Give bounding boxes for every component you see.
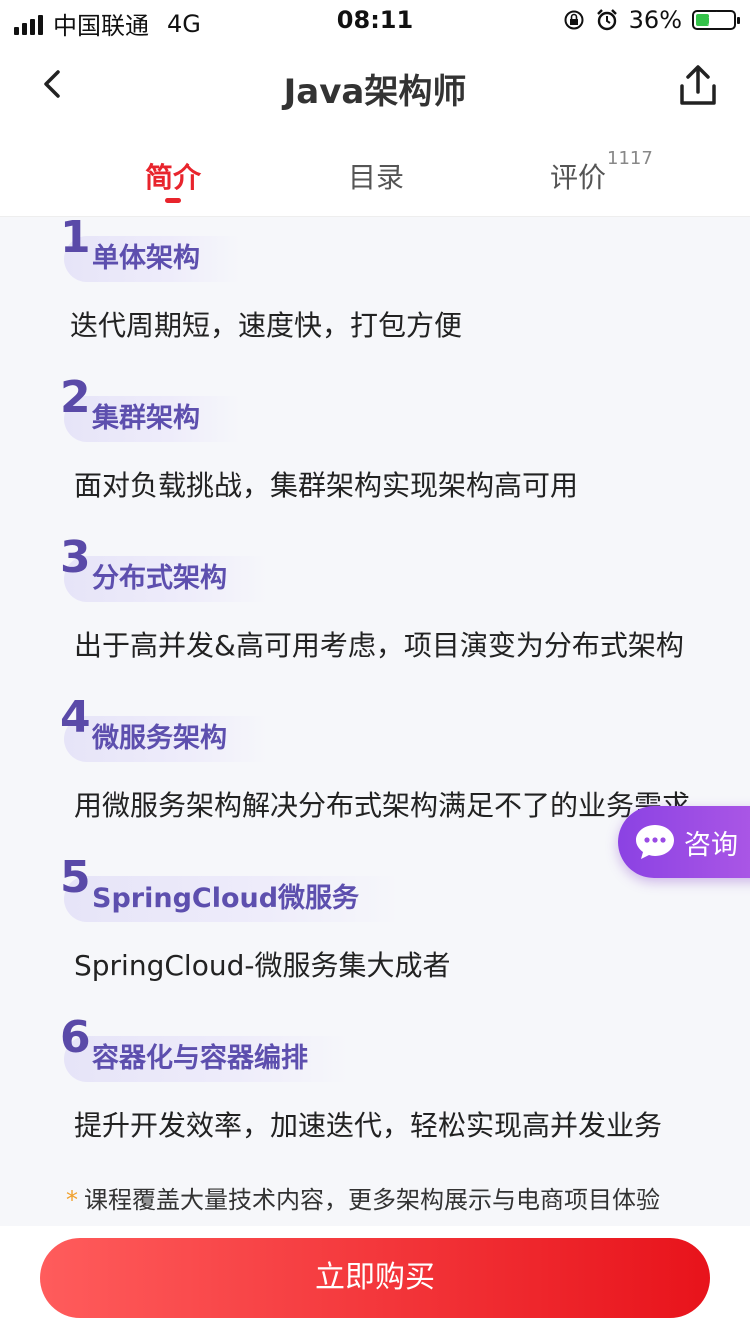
buy-now-button[interactable]: 立即购买 <box>40 1238 710 1318</box>
consult-button[interactable]: 咨询 <box>618 806 750 878</box>
section-title: 容器化与容器编排 <box>64 1036 348 1082</box>
bottom-bar: 立即购买 <box>0 1226 750 1334</box>
section-desc: 迭代周期短，速度快，打包方便 <box>70 309 463 342</box>
alarm-icon <box>596 9 617 31</box>
section-title: SpringCloud微服务 <box>64 876 400 922</box>
status-right: 36% ⚡ <box>563 6 740 34</box>
section-number: 3 <box>60 532 91 583</box>
section-title: 微服务架构 <box>64 716 267 762</box>
section-desc: 面对负载挑战，集群架构实现架构高可用 <box>74 469 579 502</box>
section-title: 分布式架构 <box>64 556 267 602</box>
nav-header: Java架构师 <box>0 42 750 130</box>
tab-reviews[interactable]: 评价 <box>550 156 606 196</box>
section-number: 5 <box>60 852 91 903</box>
section-desc: SpringCloud-微服务集大成者 <box>74 949 451 982</box>
section-number: 1 <box>60 216 91 263</box>
tab-intro[interactable]: 简介 <box>145 156 201 196</box>
battery-icon: ⚡ <box>692 9 740 30</box>
charging-icon: ⚡ <box>706 9 719 30</box>
share-icon[interactable] <box>674 62 722 110</box>
review-count: 1117 <box>607 148 653 169</box>
course-note: * 课程覆盖大量技术内容，更多架构展示与电商项目体验 <box>66 1180 660 1215</box>
tab-catalog[interactable]: 目录 <box>348 156 404 196</box>
lock-rotation-icon <box>564 10 584 30</box>
section-number: 4 <box>60 692 91 743</box>
section-desc: 提升开发效率，加速迭代，轻松实现高并发业务 <box>74 1109 663 1142</box>
status-bar: 中国联通 4G 08:11 36% ⚡ <box>0 0 750 42</box>
note-text: 课程覆盖大量技术内容，更多架构展示与电商项目体验 <box>84 1186 660 1214</box>
star-mark: * <box>66 1186 78 1214</box>
section-number: 6 <box>60 1012 91 1063</box>
chat-bubble-icon <box>636 825 674 859</box>
tab-bar: 简介 目录 评价 1117 <box>0 130 750 217</box>
section-desc: 出于高并发&高可用考虑，项目演变为分布式架构 <box>74 629 684 662</box>
section-desc: 用微服务架构解决分布式架构满足不了的业务需求 <box>74 789 691 822</box>
section-number: 2 <box>60 372 91 423</box>
intro-content[interactable]: 单体架构 1 迭代周期短，速度快，打包方便 集群架构 2 面对负载挑战，集群架构… <box>0 216 750 1226</box>
battery-percent: 36% <box>628 6 682 34</box>
page-title: Java架构师 <box>283 72 467 112</box>
tab-active-indicator <box>165 198 181 203</box>
consult-label: 咨询 <box>684 829 738 861</box>
